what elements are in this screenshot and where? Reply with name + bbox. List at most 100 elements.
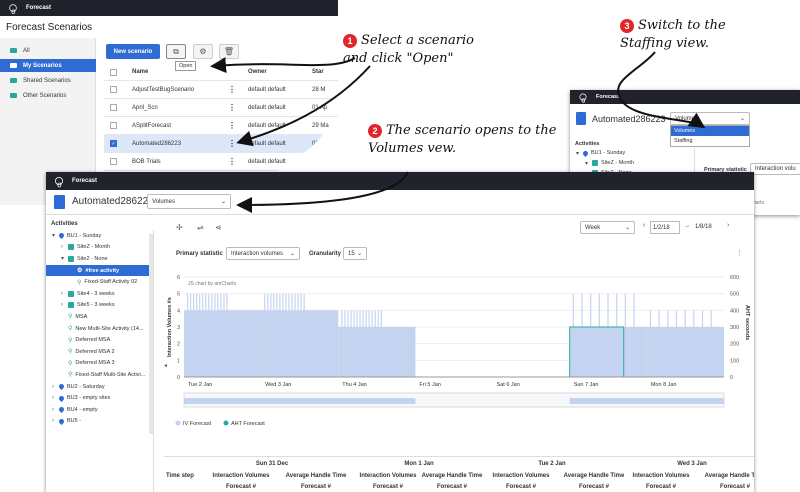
next-period-icon[interactable]: › — [727, 222, 729, 229]
tree-item[interactable]: › Site4 - 3 weeks — [46, 288, 153, 300]
x-tick-label: Tue 2 Jan — [188, 382, 212, 388]
iv-forecast-spike — [353, 310, 355, 377]
tree-item[interactable]: ⚲ Deferred MSA 2 — [46, 346, 153, 358]
tree-item-label: Deferred MSA 2 — [75, 348, 115, 355]
option-volumes[interactable]: Volumes — [671, 126, 749, 136]
iv-forecast-spike — [297, 293, 299, 377]
row-menu-icon[interactable]: ⋮ — [228, 157, 236, 166]
expand-caret-icon[interactable]: › — [61, 291, 68, 297]
tree-item[interactable]: ⚲ Fixed-Staff Multi-Site Activi... — [46, 369, 153, 381]
sidebar-item[interactable]: All — [0, 44, 96, 57]
tree-item[interactable]: › Site5 - 3 weeks — [46, 300, 153, 312]
adjust-icon[interactable]: ⇌ — [197, 223, 204, 232]
prev-period-icon[interactable]: ‹ — [643, 222, 645, 229]
tree-item[interactable]: › BU4 - empty — [46, 404, 153, 416]
y-axis-label: Interaction Volumes #s — [167, 297, 173, 357]
select-all-checkbox[interactable] — [110, 68, 117, 76]
tree-item-label: New Multi-Site Activity (14... — [75, 325, 144, 332]
delete-button[interactable]: 🗑 — [219, 44, 239, 59]
unit-header: Forecast # — [578, 484, 609, 490]
settings-button[interactable]: ⚙ — [193, 44, 213, 59]
column-header: Average Handle Time — [421, 473, 483, 479]
share-icon[interactable]: ⋖ — [215, 223, 222, 232]
tree-item[interactable]: ⚲Fixed-Staff Activity 02 — [46, 276, 153, 288]
primary-statistic-dropdown[interactable]: Interaction volu — [750, 163, 800, 175]
sidebar-item[interactable]: Other Scenarios — [0, 89, 96, 102]
business-unit-icon — [57, 394, 66, 402]
period-dropdown[interactable]: Week ⌄ — [580, 221, 635, 234]
date-to-value: 1/8/18 — [695, 224, 712, 230]
unit-header: Forecast # — [225, 484, 256, 490]
iv-forecast-spike — [303, 293, 305, 377]
legend-label[interactable]: AHT Forecast — [231, 421, 265, 427]
tree-scrollbar[interactable] — [149, 234, 153, 434]
row-checkbox[interactable]: ✓ — [110, 140, 117, 147]
unit-header: Forecast # — [719, 484, 750, 490]
view-dropdown[interactable]: Volumes ⌄ — [147, 194, 231, 209]
app-name: Forecast — [596, 94, 619, 100]
site-icon — [68, 302, 74, 309]
row-menu-icon[interactable]: ⋮ — [228, 85, 236, 94]
tree-item[interactable]: › BU2 - Saturday — [46, 381, 153, 393]
sidebar-item[interactable]: Shared Scenarios — [0, 74, 96, 87]
row-menu-icon[interactable]: ⋮ — [228, 139, 236, 148]
iv-forecast-spike — [205, 293, 207, 377]
y2-tick-label: 100 — [730, 358, 739, 364]
navigator-bar — [646, 398, 724, 404]
sidebar-item[interactable]: My Scenarios — [0, 59, 96, 72]
tree-item[interactable]: ⚲ New Multi-Site Activity (14... — [46, 323, 153, 335]
tree-item[interactable]: ⚲ Deferred MSA 3 — [46, 358, 153, 370]
table-row[interactable]: ✓ Automated286223 ⋮ default default 02 Ja — [104, 135, 338, 153]
folder-icon — [10, 63, 17, 68]
tree-item[interactable]: ▾ Site2 - None — [46, 253, 153, 265]
date-from-input[interactable]: 1/2/18 — [650, 221, 680, 234]
tree-item[interactable]: ⚲ Deferred MSA — [46, 334, 153, 346]
row-checkbox[interactable] — [110, 86, 117, 93]
iv-forecast-spike — [187, 293, 189, 377]
table-row[interactable]: BOB Trials ⋮ default default 16 M — [104, 153, 338, 171]
expand-caret-icon[interactable]: › — [61, 244, 68, 250]
tree-item[interactable]: › BU3 - empty sites — [46, 392, 153, 404]
iv-forecast-spike — [693, 310, 695, 377]
scenario-start: 16 M — [312, 158, 326, 165]
pin-icon[interactable]: ✢ — [176, 223, 183, 232]
primary-statistic-dropdown[interactable]: Interaction volumes ⌄ — [226, 247, 300, 260]
scenario-name: Automated286223 — [592, 114, 666, 124]
scenario-owner: default default — [248, 140, 286, 147]
row-menu-icon[interactable]: ⋮ — [228, 103, 236, 112]
iv-forecast-spike — [279, 293, 281, 377]
row-checkbox[interactable] — [110, 104, 117, 111]
expand-caret-icon[interactable]: › — [61, 302, 68, 308]
tree-item[interactable]: ⚙#free activity — [46, 264, 153, 277]
row-menu-icon[interactable]: ⋮ — [228, 121, 236, 130]
tree-item[interactable]: ▾ SiteZ - Month — [570, 158, 694, 168]
row-checkbox[interactable] — [110, 122, 117, 129]
option-staffing[interactable]: Staffing — [671, 136, 749, 146]
legend-label[interactable]: IV Forecast — [183, 421, 212, 427]
activity-icon: ⚲ — [68, 360, 73, 367]
y-tick-label: 6 — [177, 275, 180, 281]
column-start: Star — [312, 69, 324, 75]
table-row[interactable]: ASplitForecast ⋮ default default 29 Ma — [104, 117, 338, 135]
view-dropdown[interactable]: Volumes ⌄ — [670, 112, 750, 125]
site-icon — [68, 244, 74, 251]
iv-forecast-spike — [368, 310, 370, 377]
y2-axis-label: AHT seconds — [744, 305, 750, 340]
iv-forecast-spike — [633, 293, 635, 377]
open-scenario-button[interactable]: ⧉ — [166, 44, 186, 59]
tree-item[interactable]: ▾ BU1 - Sunday — [46, 230, 153, 242]
more-options-icon[interactable]: ⋮ — [736, 249, 743, 257]
expand-caret-icon[interactable]: ▾ — [61, 255, 68, 262]
table-row[interactable]: AdjustTestBugScenario ⋮ default default 28 … — [104, 81, 338, 99]
tree-item[interactable]: ⚲ MSA — [46, 311, 153, 323]
tree-item[interactable]: › BU5 - — [46, 416, 153, 428]
table-row[interactable]: April_Scn ⋮ default default 01 Ap — [104, 99, 338, 117]
expand-caret-icon[interactable]: ▾ — [585, 160, 592, 167]
new-scenario-button[interactable]: New scenario — [106, 44, 160, 59]
tree-item[interactable]: › SiteZ - Month — [46, 242, 153, 254]
x-tick-label: Thu 4 Jan — [342, 382, 366, 388]
row-checkbox[interactable] — [110, 158, 117, 165]
granularity-dropdown[interactable]: 15 ⌄ — [343, 247, 367, 260]
tree-item[interactable]: ▾ BU1 - Sunday — [570, 148, 694, 158]
volumes-panel: Forecast Automated286223 Volumes ⌄ Activ… — [46, 172, 754, 492]
